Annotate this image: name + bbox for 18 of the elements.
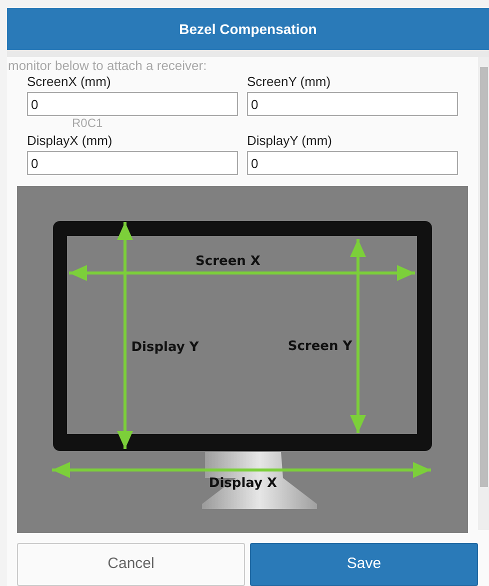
field-label: DisplayY (mm): [247, 133, 333, 149]
number-field[interactable]: 0: [247, 92, 458, 116]
diagram-label: Screen Y: [288, 339, 352, 354]
field-label: ScreenX (mm): [27, 74, 112, 90]
background-text: monitor below to attach a receiver:: [8, 58, 208, 74]
diagram-label: Screen X: [196, 254, 260, 269]
number-field[interactable]: 0: [247, 151, 458, 175]
diagram-label: Display Y: [131, 340, 199, 355]
save-button[interactable]: Save: [250, 543, 478, 586]
field-label: DisplayX (mm): [27, 133, 114, 149]
scrollbar[interactable]: [478, 57, 489, 530]
cancel-button[interactable]: Cancel: [17, 543, 245, 586]
field-label: ScreenY (mm): [247, 74, 332, 90]
number-field[interactable]: 0: [27, 92, 238, 116]
dialog-title: Bezel Compensation: [179, 20, 317, 39]
number-field[interactable]: 0: [27, 151, 238, 175]
diagram-label: Display X: [208, 476, 278, 491]
background-cell-text: R0C1: [72, 117, 104, 129]
